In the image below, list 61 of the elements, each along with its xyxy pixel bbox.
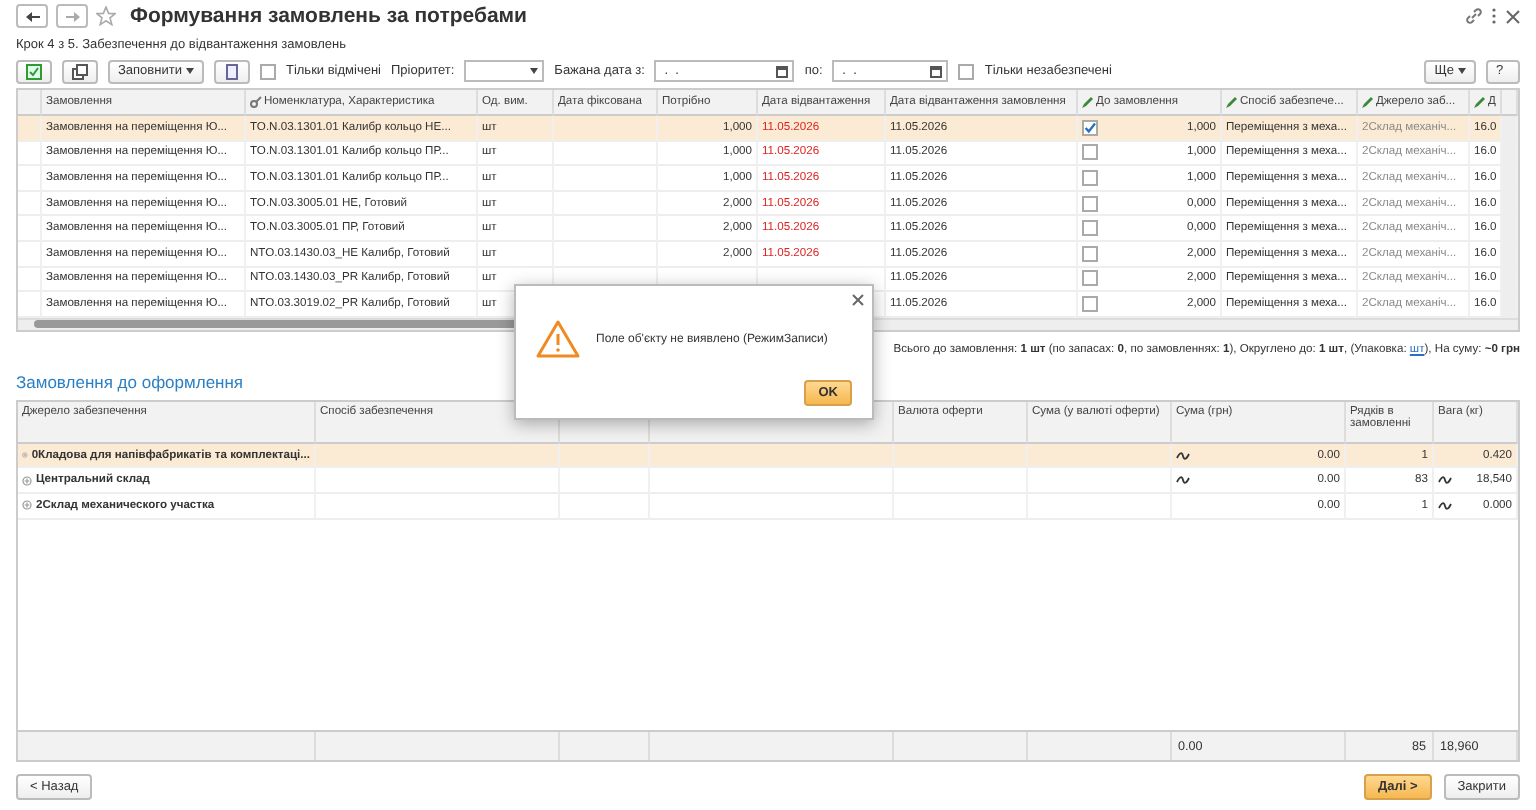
checkbox[interactable] (1082, 245, 1098, 262)
expand-icon[interactable] (22, 500, 32, 511)
row-marker[interactable] (18, 267, 42, 293)
expand-icon[interactable] (22, 450, 28, 461)
table-cell (560, 443, 650, 469)
key-icon (250, 96, 262, 108)
checkbox[interactable] (958, 63, 975, 79)
back-button[interactable] (16, 4, 48, 28)
star-icon[interactable] (96, 6, 116, 26)
table-cell (554, 116, 658, 142)
checkbox[interactable] (1082, 270, 1098, 287)
close-button[interactable] (852, 290, 864, 310)
approximate-icon (1176, 451, 1190, 460)
checkbox[interactable] (1082, 119, 1098, 136)
checkbox[interactable] (1082, 169, 1098, 186)
link-icon[interactable] (1466, 8, 1482, 24)
table-cell (894, 443, 1028, 469)
document-button[interactable] (213, 59, 250, 83)
table-cell (894, 468, 1028, 494)
approximate-icon (1176, 476, 1190, 485)
more-icon[interactable] (1490, 8, 1498, 24)
priority-select[interactable] (464, 60, 545, 82)
column-header (18, 90, 42, 116)
window-title: Формування замовлень за потребами (130, 4, 528, 28)
checklist-icon (26, 63, 42, 79)
row-marker[interactable] (18, 191, 42, 217)
pencil-icon (1474, 96, 1486, 108)
calendar-icon[interactable] (930, 65, 943, 77)
table-cell (560, 468, 650, 494)
pencil-icon (1226, 96, 1238, 108)
row-marker[interactable] (18, 241, 42, 268)
row-marker[interactable] (18, 166, 42, 192)
mark-button[interactable] (16, 59, 52, 83)
approximate-icon (1438, 476, 1452, 485)
caret-icon (185, 68, 194, 74)
row-marker[interactable] (18, 216, 42, 242)
copy-button[interactable] (62, 59, 98, 83)
checkbox[interactable] (1082, 295, 1098, 312)
close-icon[interactable] (1506, 9, 1520, 23)
row-marker[interactable] (18, 116, 42, 142)
row-marker[interactable] (18, 141, 42, 167)
caret-icon (1458, 68, 1466, 74)
calendar-icon[interactable] (776, 65, 789, 77)
document-icon (223, 63, 240, 79)
approximate-icon (1438, 501, 1452, 510)
checkbox[interactable] (1082, 144, 1098, 161)
close-icon (852, 294, 864, 306)
checkbox[interactable] (1082, 220, 1098, 237)
caret-icon (530, 68, 539, 74)
expand-icon[interactable] (22, 475, 32, 486)
arrow-right-icon (65, 11, 79, 21)
table-cell (554, 141, 658, 167)
checkbox[interactable] (1082, 195, 1098, 212)
row-marker[interactable] (18, 292, 42, 318)
section-title: Замовлення до оформлення (16, 371, 244, 396)
arrow-left-icon (25, 11, 39, 21)
pencil-icon (1362, 96, 1374, 108)
copy-icon (72, 63, 88, 79)
warning-icon (536, 320, 580, 358)
pencil-icon (1082, 96, 1094, 108)
checkbox[interactable] (259, 63, 276, 79)
